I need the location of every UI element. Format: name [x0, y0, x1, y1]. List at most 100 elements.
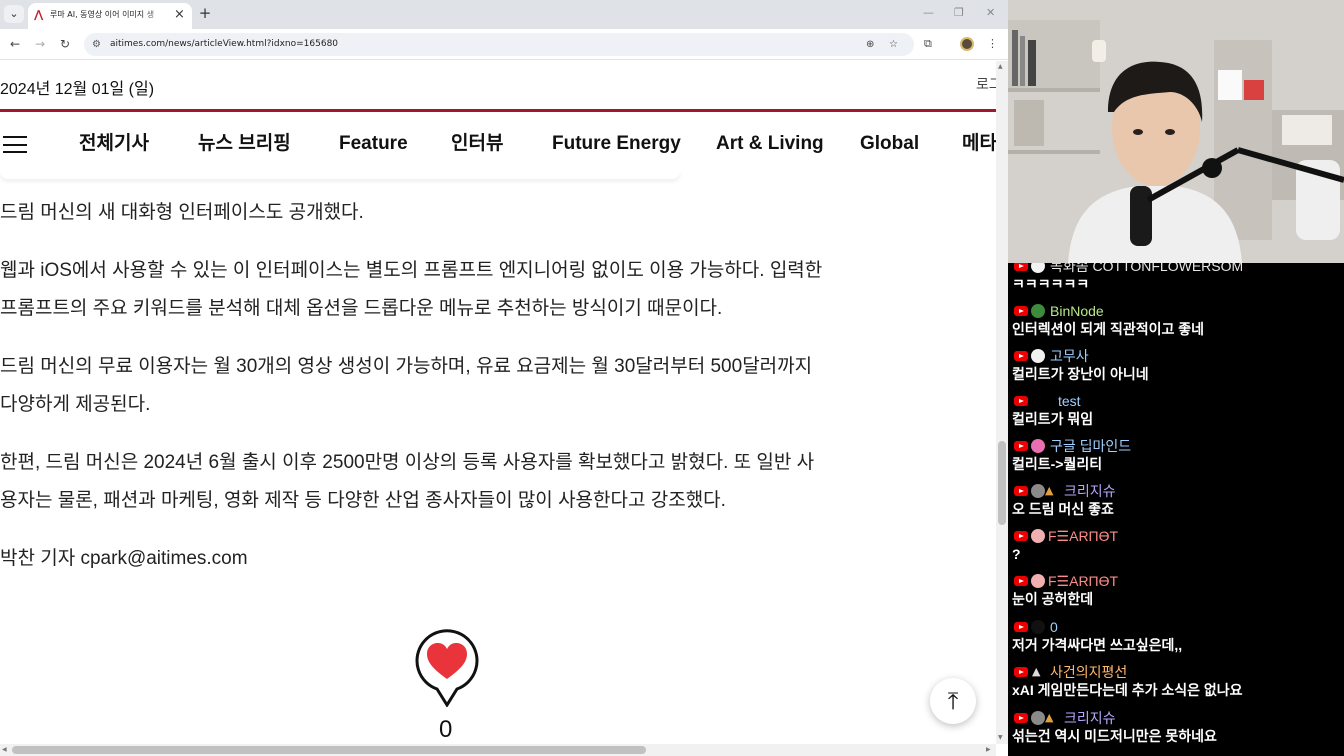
tab-active[interactable]: ⋀ 루마 AI, 동영상 이어 이미지 생 ×: [28, 3, 192, 29]
article-paragraph: 웹과 iOS에서 사용할 수 있는 이 인터페이스는 별도의 프롬프트 엔지니어…: [0, 252, 910, 328]
tab-bar: ⌄ ⋀ 루마 AI, 동영상 이어 이미지 생 × + — ❐ ✕: [0, 0, 1008, 29]
nav-item-meta[interactable]: 메타: [962, 133, 996, 155]
chat-message: 목화솜 COTTONFLOWERSOM ㅋㅋㅋㅋㅋㅋ: [1012, 263, 1342, 292]
aitimes-favicon-icon: ⋀: [34, 8, 44, 21]
chat-username: 구글 딥마인드: [1050, 438, 1132, 454]
user-avatar: [1031, 304, 1045, 318]
chat-text: 컬리트->퀄리티: [1012, 456, 1103, 472]
youtube-icon: [1014, 667, 1028, 677]
chat-text: ?: [1012, 546, 1021, 562]
user-avatar: [1031, 620, 1045, 634]
tab-title: 루마 AI, 동영상 이어 이미지 생: [50, 10, 155, 19]
nav-item-news-briefing[interactable]: 뉴스 브리핑: [198, 133, 291, 155]
chat-username: 사건의지평선: [1050, 664, 1128, 680]
vertical-scroll-thumb[interactable]: [998, 441, 1006, 525]
youtube-icon: [1014, 713, 1028, 723]
url-text[interactable]: aitimes.com/news/articleView.html?idxno=…: [110, 38, 338, 51]
scroll-left-arrow-icon[interactable]: ◀: [2, 746, 7, 753]
article-paragraph: 한편, 드림 머신은 2024년 6월 출시 이후 2500만명 이상의 등록 …: [0, 444, 910, 520]
chat-message: 고무사 컬리트가 장난이 아니네: [1012, 346, 1342, 382]
chat-text: xAI 게임만든다는데 추가 소식은 없나요: [1012, 682, 1243, 698]
like-count: 0: [439, 716, 453, 743]
paragraph-line: 드림 머신의 무료 이용자는 월 30개의 영상 생성이 가능하며, 유료 요금…: [0, 356, 813, 377]
bookmark-star-icon[interactable]: ☆: [889, 38, 898, 51]
scroll-up-arrow-icon[interactable]: ▲: [998, 63, 1003, 70]
paragraph-line: 드림 머신의 새 대화형 인터페이스도 공개했다.: [0, 202, 364, 223]
vertical-scrollbar[interactable]: ▲ ▼: [996, 61, 1008, 744]
site-info-icon[interactable]: ⚙: [92, 38, 101, 51]
hamburger-menu-icon[interactable]: [3, 136, 27, 153]
scroll-right-arrow-icon[interactable]: ▶: [986, 746, 991, 753]
close-window-button[interactable]: ✕: [986, 6, 995, 20]
chat-username: F☰ARПƟT: [1048, 573, 1119, 589]
youtube-icon: [1014, 486, 1028, 496]
youtube-icon: [1014, 263, 1028, 271]
chat-username: 크리지슈: [1064, 710, 1116, 726]
webcam-feed: [1008, 0, 1344, 263]
minimize-button[interactable]: —: [923, 6, 934, 20]
back-button[interactable]: ←: [7, 36, 23, 52]
browser-toolbar: ← → ↻ ⚙ aitimes.com/news/articleView.htm…: [0, 29, 1008, 60]
chat-username: BinNode: [1050, 303, 1104, 319]
chat-message: 0 저거 가격싸다면 쓰고싶은데,,: [1012, 617, 1342, 653]
paragraph-line: 한편, 드림 머신은 2024년 6월 출시 이후 2500만명 이상의 등록 …: [0, 452, 815, 473]
profile-avatar-icon[interactable]: [960, 37, 974, 51]
youtube-icon: [1014, 531, 1028, 541]
nav-item-future-energy[interactable]: Future Energy: [552, 133, 681, 155]
like-heart-button[interactable]: [413, 627, 481, 707]
login-link[interactable]: 로그: [976, 74, 996, 94]
nav-item-feature[interactable]: Feature: [339, 133, 408, 155]
chat-text: 눈이 공허한데: [1012, 591, 1094, 607]
youtube-icon: [1014, 622, 1028, 632]
nav-item-all-articles[interactable]: 전체기사: [79, 133, 149, 155]
chat-text: 컬리트가 뭐임: [1012, 411, 1094, 427]
youtube-icon: [1014, 351, 1028, 361]
chat-username: 0: [1050, 619, 1058, 635]
crown-badge-icon: ▲: [1045, 484, 1054, 497]
horizontal-scrollbar[interactable]: ◀ ▶: [0, 744, 996, 756]
reload-button[interactable]: ↻: [57, 36, 73, 52]
paragraph-line: 프롬프트의 주요 키워드를 분석해 대체 옵션을 드롭다운 메뉴로 추천하는 방…: [0, 298, 723, 319]
new-tab-button[interactable]: +: [196, 4, 214, 22]
nav-item-interview[interactable]: 인터뷰: [451, 133, 503, 155]
forward-button[interactable]: →: [32, 36, 48, 52]
chat-text: ㅋㅋㅋㅋㅋㅋ: [1012, 276, 1090, 292]
chat-message: test 컬리트가 뭐임: [1012, 391, 1342, 427]
chat-message: F☰ARПƟT ?: [1012, 526, 1342, 562]
user-avatar: [1031, 439, 1045, 453]
youtube-icon: [1014, 306, 1028, 316]
paragraph-line: 용자는 물론, 패션과 마케팅, 영화 제작 등 다양한 산업 종사자들이 많이…: [0, 490, 726, 511]
browser-window: ⌄ ⋀ 루마 AI, 동영상 이어 이미지 생 × + — ❐ ✕ ← → ↻ …: [0, 0, 1008, 756]
user-avatar: [1031, 484, 1045, 498]
chat-username: 고무사: [1050, 348, 1089, 364]
article-paragraph: 드림 머신의 무료 이용자는 월 30개의 영상 생성이 가능하며, 유료 요금…: [0, 348, 910, 424]
tab-close-icon[interactable]: ×: [174, 7, 185, 23]
address-bar[interactable]: ⚙ aitimes.com/news/articleView.html?idxn…: [84, 33, 914, 56]
horizontal-scroll-thumb[interactable]: [12, 746, 646, 754]
tab-search-button[interactable]: ⌄: [4, 5, 24, 23]
chat-username: test: [1058, 393, 1081, 409]
youtube-icon: [1014, 441, 1028, 451]
chat-message: BinNode 인터렉션이 되게 직관적이고 좋네: [1012, 301, 1342, 337]
chat-username: F☰ARПƟT: [1048, 528, 1119, 544]
chat-text: 인터렉션이 되게 직관적이고 좋네: [1012, 321, 1204, 337]
user-avatar: [1031, 263, 1045, 273]
user-avatar: [1031, 574, 1045, 588]
paragraph-line: 웹과 iOS에서 사용할 수 있는 이 인터페이스는 별도의 프롬프트 엔지니어…: [0, 260, 823, 281]
restore-button[interactable]: ❐: [954, 6, 964, 20]
nav-shadow: [0, 169, 680, 179]
live-chat-panel: 목화솜 COTTONFLOWERSOM ㅋㅋㅋㅋㅋㅋ BinNode 인터렉션이…: [1008, 263, 1344, 756]
user-avatar: [1031, 711, 1045, 725]
youtube-icon: [1014, 396, 1028, 406]
zoom-icon[interactable]: ⊕: [866, 38, 874, 51]
header-divider: [0, 109, 996, 112]
scroll-down-arrow-icon[interactable]: ▼: [998, 734, 1003, 741]
extensions-icon[interactable]: ⧉: [924, 37, 932, 51]
menu-kebab-icon[interactable]: ⋮: [987, 37, 998, 51]
article-byline: 박찬 기자 cpark@aitimes.com: [0, 548, 248, 569]
user-avatar: [1031, 529, 1045, 543]
nav-item-art-living[interactable]: Art & Living: [716, 133, 824, 155]
nav-item-global[interactable]: Global: [860, 133, 919, 155]
chat-message: ▲ 크리지슈 섞는건 역시 미드저니만은 못하네요: [1012, 708, 1342, 744]
scroll-to-top-button[interactable]: ⤒: [930, 678, 976, 724]
